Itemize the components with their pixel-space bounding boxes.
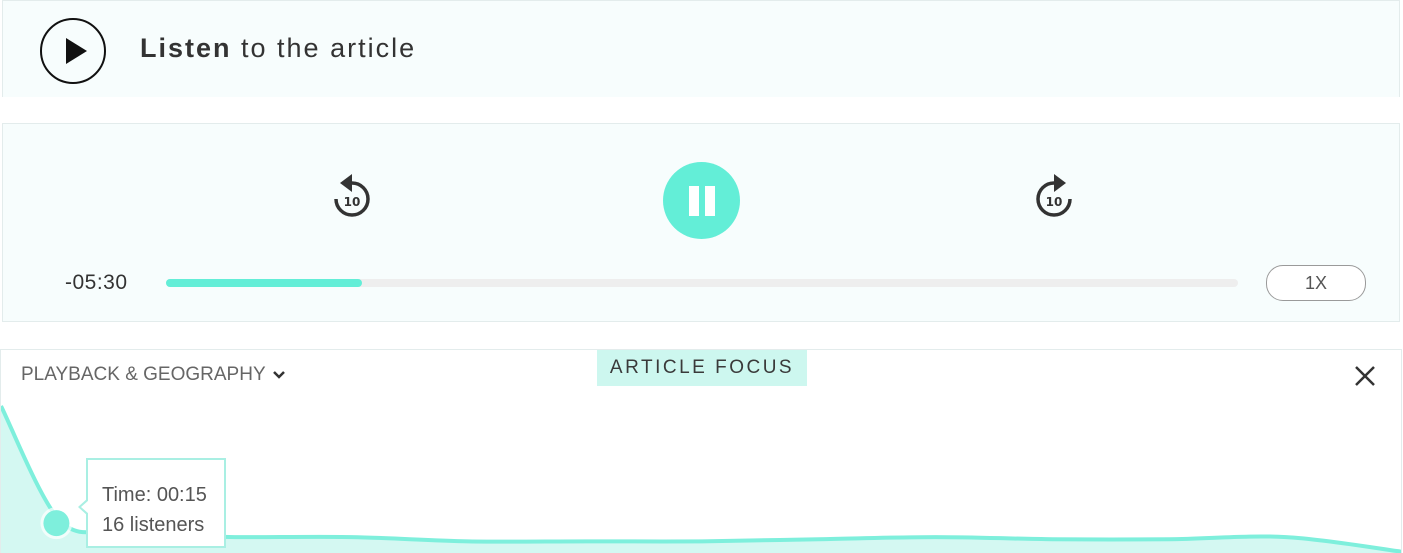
listen-title-rest: to the article <box>231 33 417 63</box>
insights-panel: PLAYBACK & GEOGRAPHY ARTICLE FOCUS Time:… <box>0 349 1402 553</box>
chevron-down-icon <box>272 364 286 386</box>
rewind-10-icon: 10 <box>334 174 370 217</box>
playback-speed-button[interactable]: 1X <box>1266 265 1366 301</box>
listen-header: Listen to the article <box>2 0 1400 97</box>
listen-title: Listen to the article <box>140 33 416 64</box>
tooltip-listeners: 16 listeners <box>102 514 205 536</box>
playback-geography-dropdown[interactable]: PLAYBACK & GEOGRAPHY <box>21 364 286 386</box>
forward-10-icon: 10 <box>1036 174 1072 217</box>
audio-player: 10 10 -05:30 1X <box>2 123 1400 322</box>
forward-10-button[interactable]: 10 <box>1029 172 1079 228</box>
forward-seconds-label: 10 <box>1046 195 1063 209</box>
progress-fill <box>166 279 363 287</box>
highlight-point <box>43 510 70 537</box>
pause-button[interactable] <box>663 162 740 239</box>
play-button[interactable] <box>40 18 106 84</box>
progress-bar[interactable] <box>166 279 1238 287</box>
dropdown-label: PLAYBACK & GEOGRAPHY <box>21 364 266 386</box>
close-button[interactable] <box>1351 362 1379 390</box>
listen-title-bold: Listen <box>140 33 232 63</box>
play-icon <box>66 38 87 64</box>
article-focus-badge: ARTICLE FOCUS <box>597 350 807 386</box>
chart-tooltip: Time: 00:15 16 listeners <box>78 458 226 548</box>
rewind-seconds-label: 10 <box>344 195 361 209</box>
rewind-10-button[interactable]: 10 <box>327 172 377 228</box>
close-icon <box>1355 366 1375 386</box>
tooltip-time: Time: 00:15 <box>102 484 207 506</box>
time-remaining: -05:30 <box>65 271 128 294</box>
